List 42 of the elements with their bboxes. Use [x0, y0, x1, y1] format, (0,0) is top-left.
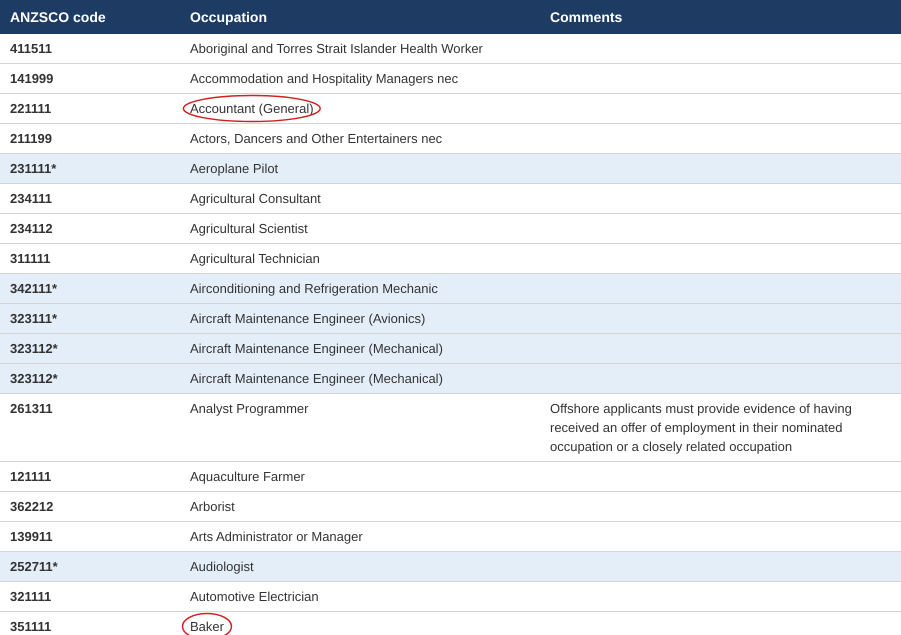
- code-cell-text: 211199: [9, 130, 53, 148]
- code-cell-text: 411511: [9, 40, 53, 58]
- code-cell-text: 351111: [9, 618, 52, 635]
- code-cell-text: 234112: [9, 220, 54, 238]
- code-cell-text: 234111: [9, 190, 53, 208]
- column-header: Occupation: [189, 8, 268, 27]
- occupation-cell-text: Audiologist: [190, 558, 254, 576]
- occupation-cell-text: Analyst Programmer: [190, 400, 308, 418]
- comment-cell-text: Offshore applicants must provide evidence of having received an offer of employment in their nominated occupation or a closely related occupation: [550, 400, 853, 456]
- code-cell-text: 342111*: [9, 280, 58, 298]
- occupation-cell-text: Accommodation and Hospitality Managers nec: [190, 70, 458, 88]
- occupation-cell-text: Aircraft Maintenance Engineer (Mechanical): [190, 340, 443, 358]
- code-cell-text: 321111: [9, 588, 52, 606]
- occupation-cell-text: Aquaculture Farmer: [190, 468, 305, 486]
- code-cell-text: 121111: [9, 468, 52, 486]
- occupation-cell-text: Agricultural Technician: [190, 250, 320, 268]
- code-cell-text: 261311: [9, 400, 54, 418]
- code-cell-text: 323112*: [9, 370, 59, 388]
- occupation-cell-text: Airconditioning and Refrigeration Mechanic: [190, 280, 438, 298]
- code-cell-text: 221111: [9, 100, 52, 118]
- code-cell-text: 362212: [9, 498, 54, 516]
- occupation-cell: Baker: [190, 617, 224, 635]
- occupation-cell-text: Arborist: [190, 498, 235, 516]
- occupation-cell: Accountant (General): [190, 99, 314, 118]
- code-cell-text: 323111*: [9, 310, 58, 328]
- occupation-cell-text: Agricultural Scientist: [190, 220, 308, 238]
- occupation-cell-text: Aircraft Maintenance Engineer (Mechanical): [190, 370, 443, 388]
- occupation-cell-text: Actors, Dancers and Other Entertainers nec: [190, 130, 442, 148]
- column-header: ANZSCO code: [9, 8, 107, 26]
- code-cell-text: 141999: [9, 70, 54, 88]
- occupation-cell-text: Agricultural Consultant: [190, 190, 321, 208]
- code-cell-text: 311111: [9, 250, 52, 268]
- occupation-cell-text: Aeroplane Pilot: [190, 160, 278, 178]
- column-header: Comments: [549, 8, 624, 26]
- code-cell-text: 139911: [9, 528, 54, 546]
- occupation-cell-text: Aircraft Maintenance Engineer (Avionics): [190, 310, 426, 328]
- occupation-cell-text: Automotive Electrician: [190, 588, 319, 606]
- code-cell-text: 252711*: [9, 558, 59, 576]
- code-cell-text: 231111*: [9, 160, 58, 178]
- code-cell-text: 323112*: [9, 340, 59, 358]
- occupation-cell-text: Aboriginal and Torres Strait Islander Health Worker: [190, 40, 483, 58]
- occupation-cell-text: Arts Administrator or Manager: [190, 528, 363, 546]
